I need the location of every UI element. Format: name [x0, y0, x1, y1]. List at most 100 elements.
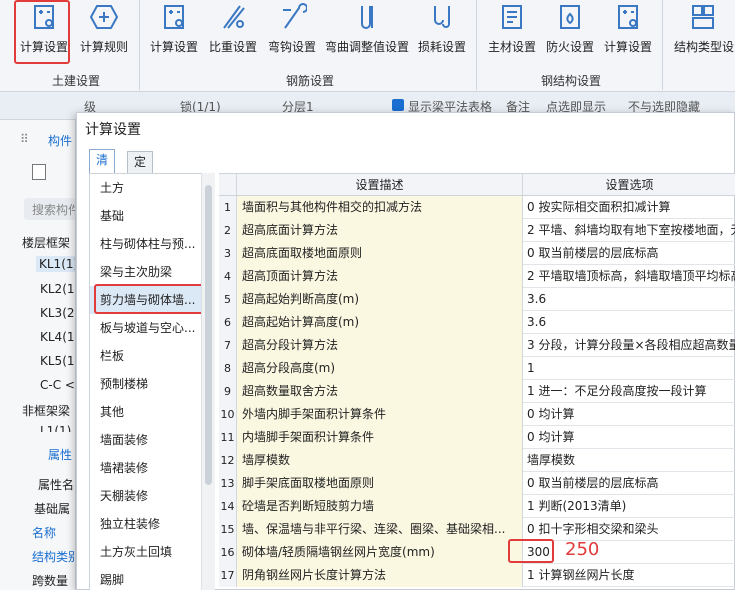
- tab-components[interactable]: 构件: [48, 132, 72, 149]
- loss-settings-button[interactable]: 损耗设置: [414, 0, 470, 62]
- hook-settings-button[interactable]: 弯钩设置: [264, 0, 320, 62]
- table-row[interactable]: 15 墙、保温墙与非平行梁、连梁、圈梁、基础梁相... 0 扣十字形相交梁和梁头: [219, 518, 735, 541]
- row-option-value[interactable]: 3.6: [523, 311, 735, 334]
- table-row[interactable]: 1 墙面积与其他构件相交的扣减方法 0 按实际相交面积扣减计算: [219, 196, 735, 219]
- row-description: 超高起始判断高度(m): [237, 288, 523, 311]
- scrollbar-thumb[interactable]: [205, 185, 212, 485]
- tree-item[interactable]: KL4(1): [40, 330, 75, 344]
- table-row[interactable]: 14 砼墙是否判断短肢剪力墙 1 判断(2013清单): [219, 495, 735, 518]
- category-item[interactable]: 独立柱装修: [90, 510, 202, 538]
- group-label-rebar: 钢筋设置: [286, 74, 335, 88]
- density-settings-button[interactable]: 比重设置: [205, 0, 261, 62]
- category-item[interactable]: 预制楼梯: [90, 370, 202, 398]
- row-option-value[interactable]: 0 按实际相交面积扣减计算: [523, 196, 735, 219]
- row-option-value[interactable]: 2 平墙取墙顶标高，斜墙取墙顶平均标高: [523, 265, 735, 288]
- tree-item[interactable]: L1(1): [40, 424, 71, 432]
- tree-item[interactable]: KL1(1): [36, 256, 75, 272]
- structure-type-button[interactable]: 结构类型设: [670, 0, 735, 62]
- category-item[interactable]: 天棚装修: [90, 482, 202, 510]
- table-row[interactable]: 7 超高分段计算方法 3 分段，计算分段量×各段相应超高数量: [219, 334, 735, 357]
- category-item[interactable]: 板与坡道与空心...: [90, 314, 202, 342]
- bend-adjust-button[interactable]: 弯曲调整值设置: [322, 0, 412, 62]
- row-number: 5: [219, 288, 237, 311]
- table-row[interactable]: 13 脚手架底面取楼地面原则 0 取当前楼层的层底标高: [219, 472, 735, 495]
- table-row[interactable]: 17 阴角钢丝网片长度计算方法 1 计算钢丝网片长度: [219, 564, 735, 587]
- table-row[interactable]: 5 超高起始判断高度(m) 3.6: [219, 288, 735, 311]
- tree-group-frame-beams[interactable]: 楼层框架: [22, 234, 70, 251]
- fireproof-button[interactable]: 防火设置: [542, 0, 598, 62]
- row-option-value[interactable]: 1: [523, 357, 735, 380]
- tree-item[interactable]: KL5(1): [40, 354, 75, 368]
- category-item[interactable]: 踢脚: [90, 566, 202, 590]
- calc-rules-button[interactable]: 计算规则: [76, 0, 132, 62]
- tree-item[interactable]: KL3(2): [40, 306, 75, 320]
- structure-type-icon: [691, 5, 714, 29]
- row-description: 砼墙是否判断短肢剪力墙: [237, 495, 523, 518]
- row-option-value[interactable]: 2 平墙、斜墙均取有地下室按楼地面，无: [523, 219, 735, 242]
- ribbon-toolbar: 计算设置 计算规则 土建设置 计算设置 比重设置 弯钩设置 弯曲调整值设置 损耗…: [0, 0, 735, 92]
- category-item[interactable]: 基础: [90, 202, 202, 230]
- row-option-value[interactable]: 0 取当前楼层的层底标高: [523, 242, 735, 265]
- row-option-value[interactable]: 0 扣十字形相交梁和梁头: [523, 518, 735, 541]
- table-row[interactable]: 12 墙厚模数 墙厚模数: [219, 449, 735, 472]
- table-row[interactable]: 8 超高分段高度(m) 1: [219, 357, 735, 380]
- row-option-value[interactable]: 3 分段，计算分段量×各段相应超高数量: [523, 334, 735, 357]
- table-row[interactable]: 11 内墙脚手架面积计算条件 0 均计算: [219, 426, 735, 449]
- category-item[interactable]: 墙面装修: [90, 426, 202, 454]
- new-component-icon[interactable]: [32, 164, 46, 180]
- table-row[interactable]: 4 超高顶面计算方法 2 平墙取墙顶标高，斜墙取墙顶平均标高: [219, 265, 735, 288]
- row-option-value[interactable]: 3.6: [523, 288, 735, 311]
- calc-settings-icon: [164, 5, 184, 29]
- tab-quota[interactable]: 定额: [127, 151, 154, 189]
- group-label-steel: 钢结构设置: [541, 74, 602, 88]
- category-item[interactable]: 栏板: [90, 342, 202, 370]
- tab-properties[interactable]: 属性: [48, 446, 72, 463]
- checkbox-icon[interactable]: [392, 99, 404, 111]
- tree-group-nonframe-beams[interactable]: 非框架梁: [22, 402, 70, 419]
- category-item[interactable]: 梁与主次肋梁: [90, 258, 202, 286]
- row-description: 砌体墙/轻质隔墙钢丝网片宽度(mm): [237, 541, 523, 564]
- row-number: 1: [219, 196, 237, 219]
- table-row[interactable]: 3 超高底面取楼地面原则 0 取当前楼层的层底标高: [219, 242, 735, 265]
- row-option-value[interactable]: 墙厚模数: [523, 449, 735, 472]
- row-option-value[interactable]: 0 均计算: [523, 426, 735, 449]
- prop-name: 结构类别: [32, 550, 76, 564]
- row-option-value[interactable]: 0 取当前楼层的层底标高: [523, 472, 735, 495]
- button-label: 计算规则: [79, 40, 128, 54]
- row-option-value[interactable]: 1 进一：不足分段高度按一段计算: [523, 380, 735, 403]
- category-item[interactable]: 柱与砌体柱与预...: [90, 230, 202, 258]
- prop-group[interactable]: 基础属: [34, 500, 70, 517]
- main-material-button[interactable]: 主材设置: [484, 0, 540, 62]
- dialog-title: 计算设置: [85, 122, 141, 138]
- category-item[interactable]: 土方灰土回填: [90, 538, 202, 566]
- rebar-calc-settings-button[interactable]: 计算设置: [146, 0, 202, 62]
- table-row[interactable]: 9 超高数量取舍方法 1 进一：不足分段高度按一段计算: [219, 380, 735, 403]
- search-input[interactable]: 搜索构件: [24, 198, 75, 220]
- category-item[interactable]: 土方: [90, 174, 202, 202]
- divider: [476, 0, 477, 90]
- table-row[interactable]: 10 外墙内脚手架面积计算条件 0 均计算: [219, 403, 735, 426]
- category-item[interactable]: 其他: [90, 398, 202, 426]
- row-number: 13: [219, 472, 237, 495]
- drag-handle-icon[interactable]: ⠿: [20, 132, 29, 146]
- table-row[interactable]: 6 超高起始计算高度(m) 3.6: [219, 311, 735, 334]
- row-option-value[interactable]: 1 计算钢丝网片长度: [523, 564, 735, 587]
- row-number: 17: [219, 564, 237, 587]
- column-header-option: 设置选项: [523, 174, 735, 196]
- category-item[interactable]: 墙裙装修: [90, 454, 202, 482]
- row-option-value[interactable]: 300: [523, 541, 735, 564]
- tree-item[interactable]: KL2(1): [40, 282, 75, 296]
- row-option-value[interactable]: 1 判断(2013清单): [523, 495, 735, 518]
- category-scrollbar[interactable]: [201, 173, 215, 590]
- row-number: 12: [219, 449, 237, 472]
- row-option-value[interactable]: 0 均计算: [523, 403, 735, 426]
- table-row[interactable]: 2 超高底面计算方法 2 平墙、斜墙均取有地下室按楼地面，无: [219, 219, 735, 242]
- button-label: 弯钩设置: [267, 40, 316, 54]
- row-description: 超高分段计算方法: [237, 334, 523, 357]
- table-row[interactable]: 16 砌体墙/轻质隔墙钢丝网片宽度(mm) 300: [219, 541, 735, 564]
- row-number: 6: [219, 311, 237, 334]
- tree-item[interactable]: C-C <: [40, 378, 75, 392]
- tab-bill[interactable]: 清单: [89, 149, 116, 187]
- row-number: 10: [219, 403, 237, 426]
- steel-calc-settings-button[interactable]: 计算设置: [600, 0, 656, 62]
